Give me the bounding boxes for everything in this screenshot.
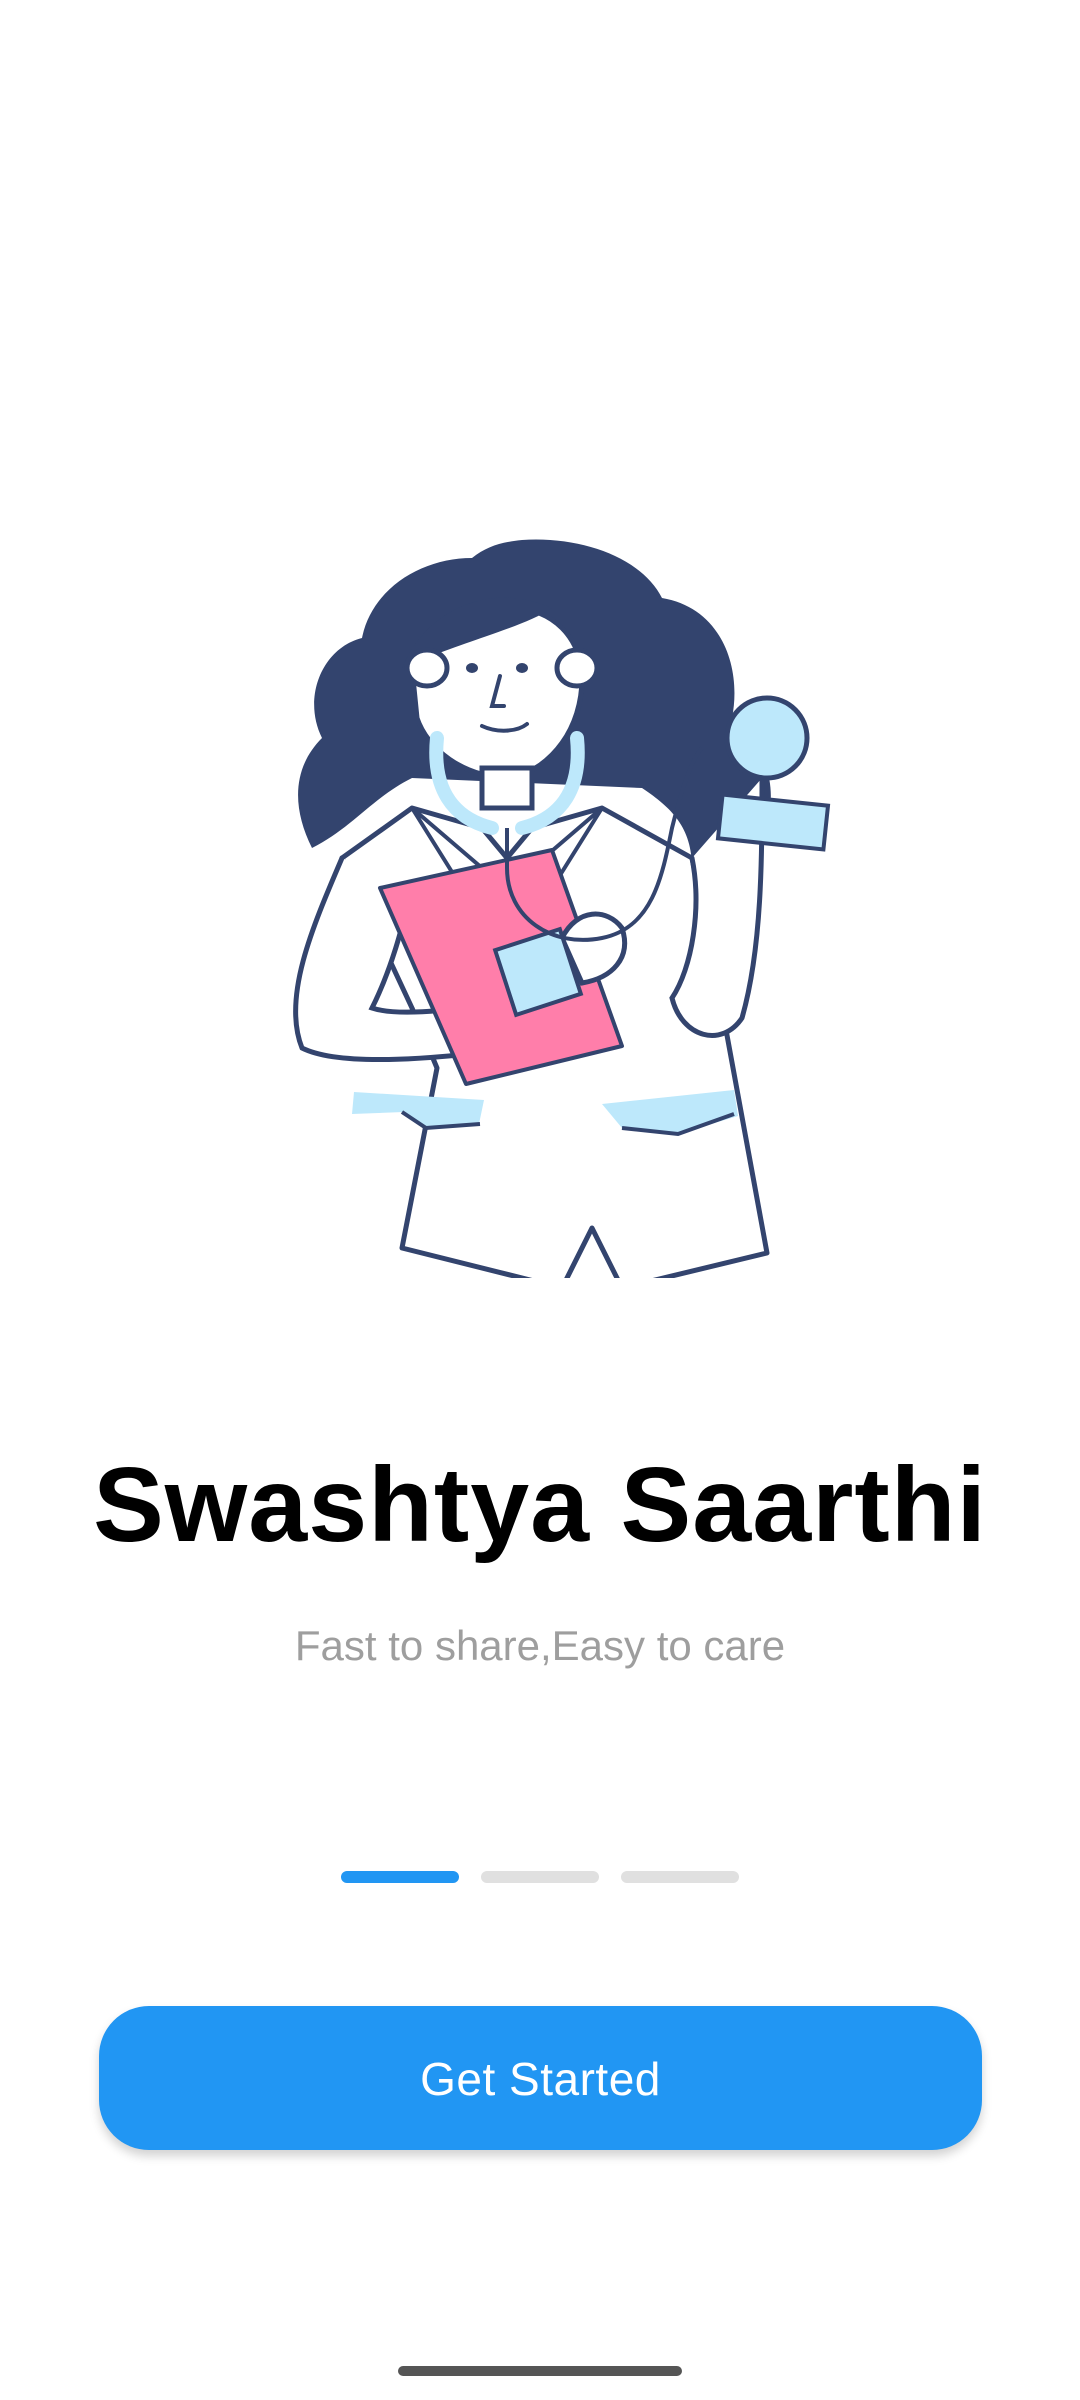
onboarding-screen: Swashtya Saarthi Fast to share,Easy to c… (0, 0, 1080, 2400)
doctor-illustration-svg (293, 539, 831, 1278)
page-indicator-dot-2[interactable] (481, 1871, 599, 1883)
app-title: Swashtya Saarthi (93, 1446, 987, 1564)
page-indicator-dot-1[interactable] (341, 1871, 459, 1883)
page-indicator (341, 1871, 739, 1883)
home-indicator[interactable] (398, 2366, 682, 2376)
doctor-illustration (222, 528, 862, 1278)
get-started-button[interactable]: Get Started (99, 2006, 982, 2150)
page-indicator-dot-3[interactable] (621, 1871, 739, 1883)
app-tagline: Fast to share,Easy to care (294, 1622, 786, 1669)
